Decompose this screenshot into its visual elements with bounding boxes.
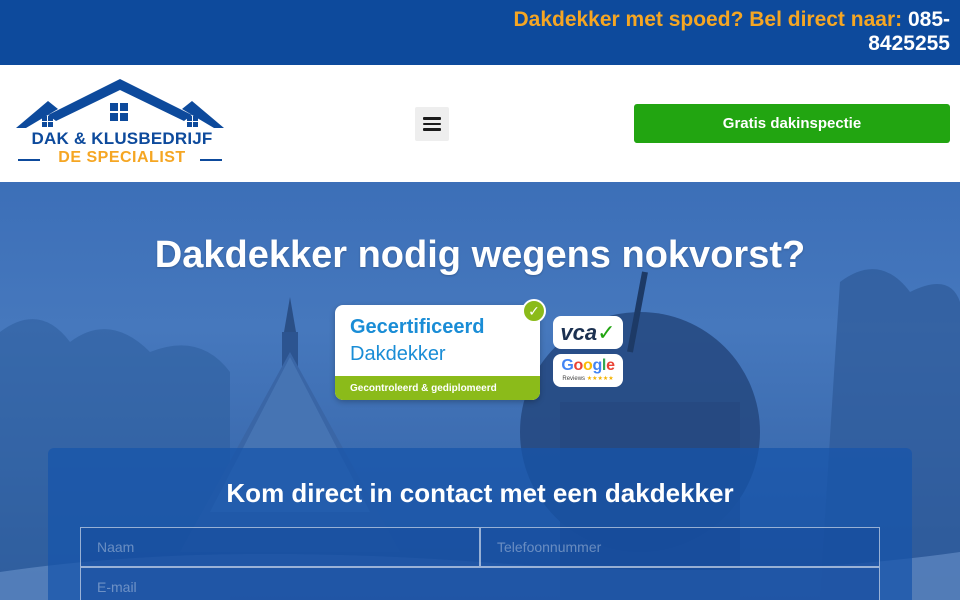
google-reviews-label: Reviews ★★★★★ — [553, 375, 623, 383]
hero-section: Dakdekker nodig wegens nokvorst? Gecerti… — [0, 182, 960, 600]
certified-roofer-badge: Gecertificeerd Dakdekker Gecontroleerd &… — [335, 305, 540, 400]
vca-label: vca — [560, 319, 598, 345]
certified-badge-footer: Gecontroleerd & gediplomeerd — [335, 376, 540, 400]
top-bar: Dakdekker met spoed? Bel direct naar: 08… — [0, 0, 960, 65]
logo-divider-right — [200, 159, 222, 161]
roof-logo-icon — [16, 79, 224, 128]
hamburger-menu-button[interactable] — [415, 107, 449, 141]
free-roof-inspection-button[interactable]: Gratis dakinspectie — [634, 104, 950, 143]
emergency-lead-text: Dakdekker met spoed? Bel direct naar: — [513, 8, 903, 31]
name-field[interactable] — [80, 527, 480, 567]
certified-badge-line2: Dakdekker — [350, 343, 446, 365]
google-logo-text: Google — [561, 357, 615, 374]
logo-company-name: DAK & KLUSBEDRIJF — [31, 129, 213, 148]
hero-heading: Dakdekker nodig wegens nokvorst? — [154, 234, 806, 276]
contact-form-heading: Kom direct in contact met een dakdekker — [226, 478, 734, 508]
star-rating-icon: ★★★★★ — [586, 376, 614, 382]
hamburger-icon — [423, 117, 441, 120]
hamburger-icon-line — [423, 128, 441, 131]
email-field[interactable] — [80, 567, 880, 600]
logo-tagline: DE SPECIALIST — [58, 149, 186, 166]
contact-form-panel: Kom direct in contact met een dakdekker — [48, 448, 912, 600]
phone-field[interactable] — [480, 527, 880, 567]
checkmark-icon: ✓ — [522, 299, 546, 323]
hamburger-icon-line — [423, 122, 441, 126]
vca-badge: vca ✓ — [553, 316, 623, 349]
company-logo[interactable]: DAK & KLUSBEDRIJF DE SPECIALIST — [14, 77, 226, 173]
google-reviews-badge: Google Reviews ★★★★★ — [553, 354, 623, 387]
certified-badge-line1: Gecertificeerd — [350, 316, 485, 338]
checkmark-icon: ✓ — [597, 319, 616, 345]
site-header: DAK & KLUSBEDRIJF DE SPECIALIST Gratis d… — [0, 65, 960, 182]
emergency-call-text: Dakdekker met spoed? Bel direct naar: 08… — [490, 8, 950, 56]
google-reviews-text: Reviews — [562, 376, 586, 382]
